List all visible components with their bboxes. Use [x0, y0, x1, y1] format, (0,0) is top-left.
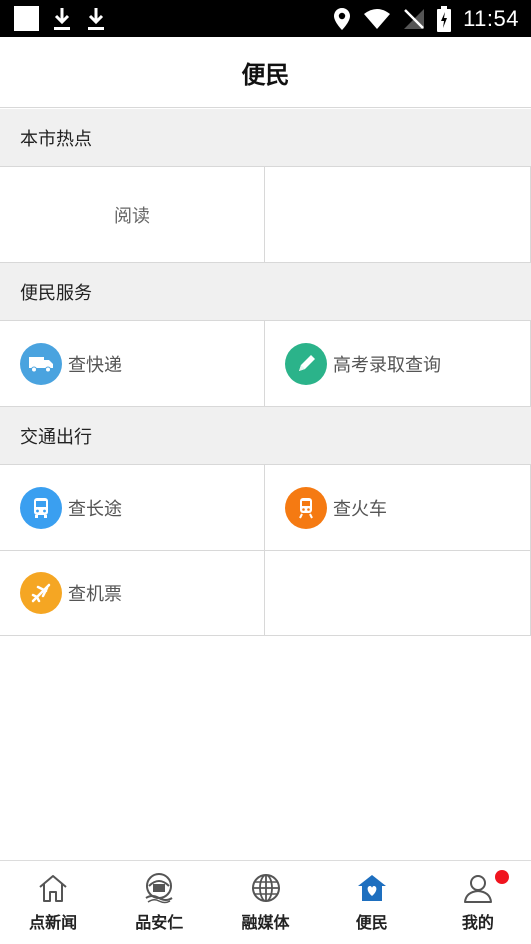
- location-icon: [334, 7, 351, 30]
- user-icon: [461, 871, 495, 905]
- page-title: 便民: [241, 60, 290, 89]
- grid-cell-empty: [265, 551, 531, 635]
- grid-cell-flight[interactable]: 查机票: [0, 551, 265, 635]
- nav-label: 我的: [461, 913, 494, 932]
- section-row-transport-2: 查机票: [0, 551, 531, 636]
- grid-cell-label: 高考录取查询: [333, 354, 441, 376]
- title-bar: 便民: [0, 37, 531, 108]
- globe-icon: [249, 871, 283, 905]
- section-row-hot: 阅读: [0, 167, 531, 263]
- section-row-transport-1: 查长途 查火车: [0, 465, 531, 551]
- nav-item-news[interactable]: 点新闻: [0, 861, 106, 944]
- grid-cell-label: 查机票: [68, 584, 122, 605]
- status-bar-notifications: [14, 6, 107, 31]
- grid-cell-empty: [265, 167, 531, 262]
- truck-icon: [20, 342, 62, 385]
- train-icon: [285, 486, 327, 529]
- wifi-icon: [364, 8, 391, 29]
- battery-icon: [437, 5, 452, 32]
- grid-cell-train[interactable]: 查火车: [265, 465, 531, 550]
- bottom-nav: 点新闻 品安仁 融媒体 便民 我的: [0, 860, 531, 944]
- grid-cell-gaokao[interactable]: 高考录取查询: [265, 321, 531, 406]
- plane-icon: [20, 572, 62, 614]
- signal-icon: [404, 8, 425, 29]
- download-icon: [88, 7, 104, 30]
- status-bar-system: 11:54: [333, 0, 519, 37]
- notification-square-icon: [14, 6, 39, 31]
- section-header-transport: 交通出行: [0, 407, 531, 465]
- grid-cell-label: 查火车: [333, 498, 387, 520]
- grid-cell-label: 查快递: [68, 354, 122, 376]
- nav-label: 便民: [355, 913, 388, 932]
- section-header-hot: 本市热点: [0, 109, 531, 167]
- nav-label: 融媒体: [241, 913, 290, 932]
- section-header-services: 便民服务: [0, 263, 531, 321]
- nav-item-anren[interactable]: 品安仁: [106, 861, 212, 944]
- pencil-icon: [285, 342, 327, 385]
- notification-badge: [495, 870, 510, 884]
- nav-item-mine[interactable]: 我的: [425, 861, 531, 944]
- section-row-services: 查快递 高考录取查询: [0, 321, 531, 407]
- clock: 11:54: [463, 5, 519, 31]
- town-logo-icon: [142, 871, 176, 905]
- nav-item-media[interactable]: 融媒体: [212, 861, 318, 944]
- grid-cell-long-distance-bus[interactable]: 查长途: [0, 465, 265, 550]
- home-icon: [36, 871, 70, 905]
- heart-house-icon: [355, 871, 389, 905]
- nav-label: 点新闻: [29, 913, 78, 932]
- bus-icon: [20, 486, 62, 529]
- nav-label: 品安仁: [135, 913, 184, 932]
- grid-cell-label: 查长途: [68, 498, 122, 520]
- grid-cell-label: 阅读: [114, 205, 150, 227]
- nav-item-services[interactable]: 便民: [319, 861, 425, 944]
- status-bar: 11:54: [0, 0, 531, 37]
- grid-cell-express[interactable]: 查快递: [0, 321, 265, 406]
- grid-cell-reading[interactable]: 阅读: [0, 167, 265, 262]
- download-icon: [54, 7, 70, 30]
